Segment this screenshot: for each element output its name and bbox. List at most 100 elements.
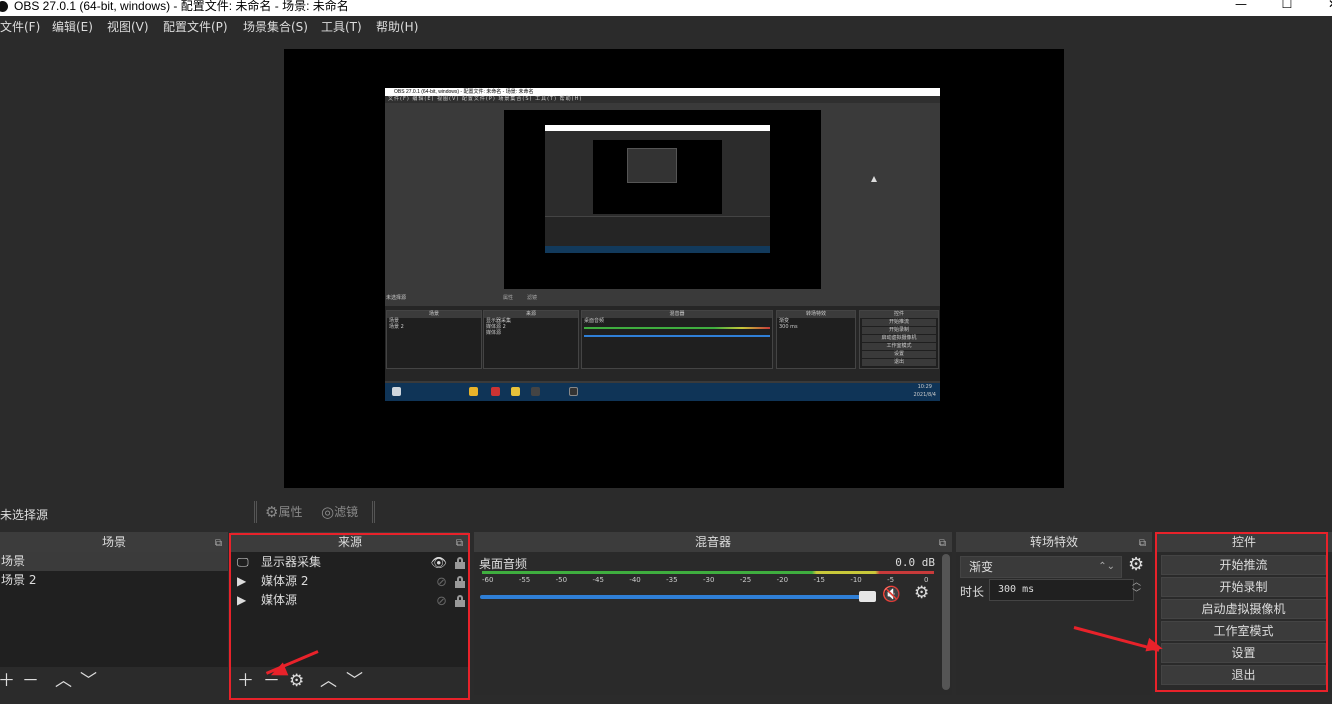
exit-button[interactable]: 退出 (1161, 665, 1326, 685)
nested-menu: 文件(F) 编辑(E) 视图(V) 配置文件(P) 场景集合(S) 工具(T) … (385, 96, 940, 103)
menu-edit[interactable]: 编辑(E) (52, 18, 93, 36)
controls-dock: 控件 开始推流 开始录制 启动虚拟摄像机 工作室模式 设置 退出 (1156, 532, 1332, 695)
nested-no-source: 未选择源 (386, 295, 407, 301)
windows-start-icon (392, 387, 401, 396)
properties-button[interactable]: ⚙属性 (265, 504, 302, 520)
meter-tick-label: -50 (555, 576, 568, 584)
nested-preview-area (504, 110, 821, 289)
float-dock-icon[interactable]: ⧉ (215, 534, 222, 554)
source-row[interactable]: 🖵 显示器采集 👁 (231, 553, 469, 572)
source-row[interactable]: ▶ 媒体源 2 ⊘ (231, 572, 469, 591)
nested-obs-capture: OBS 27.0.1 (64-bit, windows) - 配置文件: 未命名… (385, 88, 940, 401)
nested-duration: 300 ms (779, 324, 798, 330)
filters-button[interactable]: ◎滤镜 (321, 504, 358, 520)
mixer-scrollbar[interactable] (941, 552, 952, 695)
volume-slider-handle[interactable] (859, 591, 876, 602)
meter-tick-label: -15 (813, 576, 825, 584)
sources-header: 来源 ⧉ (231, 532, 469, 552)
controls-body: 开始推流 开始录制 启动虚拟摄像机 工作室模式 设置 退出 (1156, 552, 1332, 695)
preview-canvas[interactable]: OBS 27.0.1 (64-bit, windows) - 配置文件: 未命名… (284, 49, 1064, 488)
app-icon (491, 387, 500, 396)
add-scene-icon[interactable]: ＋ (0, 670, 15, 692)
menu-view[interactable]: 视图(V) (107, 18, 149, 36)
duration-input[interactable]: 300 ms (989, 579, 1134, 601)
minimize-button[interactable]: — (1218, 0, 1264, 12)
mixer-db-value: 0.0 dB (895, 556, 935, 569)
nested-inner-preview (593, 140, 722, 214)
play-icon: ▶ (237, 593, 247, 607)
move-up-icon[interactable]: ︿ (55, 670, 72, 692)
gear-icon: ⚙ (265, 503, 279, 521)
volume-slider-track[interactable] (480, 595, 876, 599)
scenes-toolbar: ＋ － ︿ ﹀ (0, 667, 228, 695)
nested-props: 属性 (503, 295, 514, 301)
scene-item[interactable]: 场景 2 (0, 571, 228, 590)
gear-icon[interactable]: ⚙ (914, 583, 929, 603)
scenes-dock: 场景 ⧉ 场景 场景 2 ＋ － ︿ ﹀ (0, 532, 228, 695)
gear-icon[interactable]: ⚙ (289, 670, 304, 692)
sources-list: 🖵 显示器采集 👁 ▶ 媒体源 2 ⊘ ▶ 媒体源 ⊘ (231, 552, 469, 667)
meter-tick-label: -60 (482, 576, 494, 584)
scenes-title: 场景 (101, 535, 126, 549)
mixer-body: 桌面音频 0.0 dB -60 -55 -50 -45 -40 -35 -30 -25 -20 -… (474, 552, 941, 695)
lock-icon[interactable] (455, 576, 465, 588)
eye-icon[interactable]: 👁 (430, 554, 447, 573)
lock-icon[interactable] (455, 557, 465, 569)
filters-label: 滤镜 (334, 505, 359, 519)
gear-icon[interactable]: ⚙ (1128, 554, 1144, 575)
move-up-icon[interactable]: ︿ (320, 670, 337, 692)
add-source-icon[interactable]: ＋ (237, 670, 254, 692)
float-dock-icon[interactable]: ⧉ (456, 534, 463, 554)
start-virtual-camera-button[interactable]: 启动虚拟摄像机 (1161, 599, 1326, 619)
separator (254, 501, 257, 523)
menu-profile[interactable]: 配置文件(P) (163, 18, 228, 36)
folder-icon (511, 387, 520, 396)
muted-speaker-icon[interactable]: 🔇 (882, 585, 901, 603)
separator (372, 501, 375, 523)
eye-hidden-icon[interactable]: ⊘ (436, 592, 447, 611)
move-down-icon[interactable]: ﹀ (80, 670, 97, 692)
nested-transitions-panel: 转场特效 渐变 300 ms (776, 310, 856, 369)
source-row[interactable]: ▶ 媒体源 ⊘ (231, 591, 469, 610)
nested-mixer-track: 桌面音频 (584, 318, 605, 324)
nested-mixer-header: 混音器 (582, 311, 772, 318)
menu-tools[interactable]: 工具(T) (321, 18, 362, 36)
studio-mode-button[interactable]: 工作室模式 (1161, 621, 1326, 641)
scene-item[interactable]: 场景 (0, 552, 228, 571)
close-button[interactable]: ✕ (1310, 0, 1332, 12)
meter-tick-label: -10 (850, 576, 862, 584)
nested-control-button: 退出 (862, 359, 936, 366)
scrollbar-thumb[interactable] (942, 554, 950, 690)
eye-hidden-icon[interactable]: ⊘ (436, 573, 447, 592)
nested-transitions-header: 转场特效 (777, 311, 855, 318)
duration-spinner[interactable]: ︿ ﹀ (1132, 578, 1141, 600)
settings-button[interactable]: 设置 (1161, 643, 1326, 663)
move-down-icon[interactable]: ﹀ (346, 670, 363, 692)
mixer-dock: 混音器 ⧉ 桌面音频 0.0 dB -60 -55 -50 -45 -40 -35 -30 -2… (474, 532, 952, 695)
start-streaming-button[interactable]: 开始推流 (1161, 555, 1326, 575)
cursor-icon (871, 176, 877, 182)
menu-scene-collection[interactable]: 场景集合(S) (243, 18, 308, 36)
menu-bar: 文件(F) 编辑(E) 视图(V) 配置文件(P) 场景集合(S) 工具(T) … (0, 16, 1332, 38)
start-recording-button[interactable]: 开始录制 (1161, 577, 1326, 597)
maximize-button[interactable]: ☐ (1264, 0, 1310, 12)
remove-scene-icon[interactable]: － (22, 670, 39, 692)
nested-volume (584, 335, 770, 337)
play-icon: ▶ (237, 574, 247, 588)
source-toolbar: 未选择源 ⚙属性 ◎滤镜 (0, 497, 1332, 530)
app-icon (531, 387, 540, 396)
float-dock-icon[interactable]: ⧉ (939, 534, 946, 554)
filter-icon: ◎ (321, 503, 335, 521)
menu-file[interactable]: 文件(F) (0, 18, 40, 36)
menu-help[interactable]: 帮助(H) (376, 18, 418, 36)
obs-taskbar-icon (569, 387, 578, 396)
monitor-icon: 🖵 (237, 555, 249, 569)
transitions-header: 转场特效 ⧉ (956, 532, 1152, 552)
nested-sources-header: 来源 (484, 311, 578, 318)
nested-dock: 场景 场景 场景 2 来源 显示器采集 媒体源 2 媒体源 混音器 桌面音频 转… (385, 306, 940, 381)
transitions-body: 渐变 ⌃⌄ ⚙ 时长 300 ms ︿ ﹀ (956, 552, 1152, 695)
transition-select[interactable]: 渐变 ⌃⌄ (960, 556, 1122, 578)
float-dock-icon[interactable]: ⧉ (1139, 534, 1146, 554)
transition-selected: 渐变 (969, 560, 994, 574)
lock-icon[interactable] (455, 595, 465, 607)
